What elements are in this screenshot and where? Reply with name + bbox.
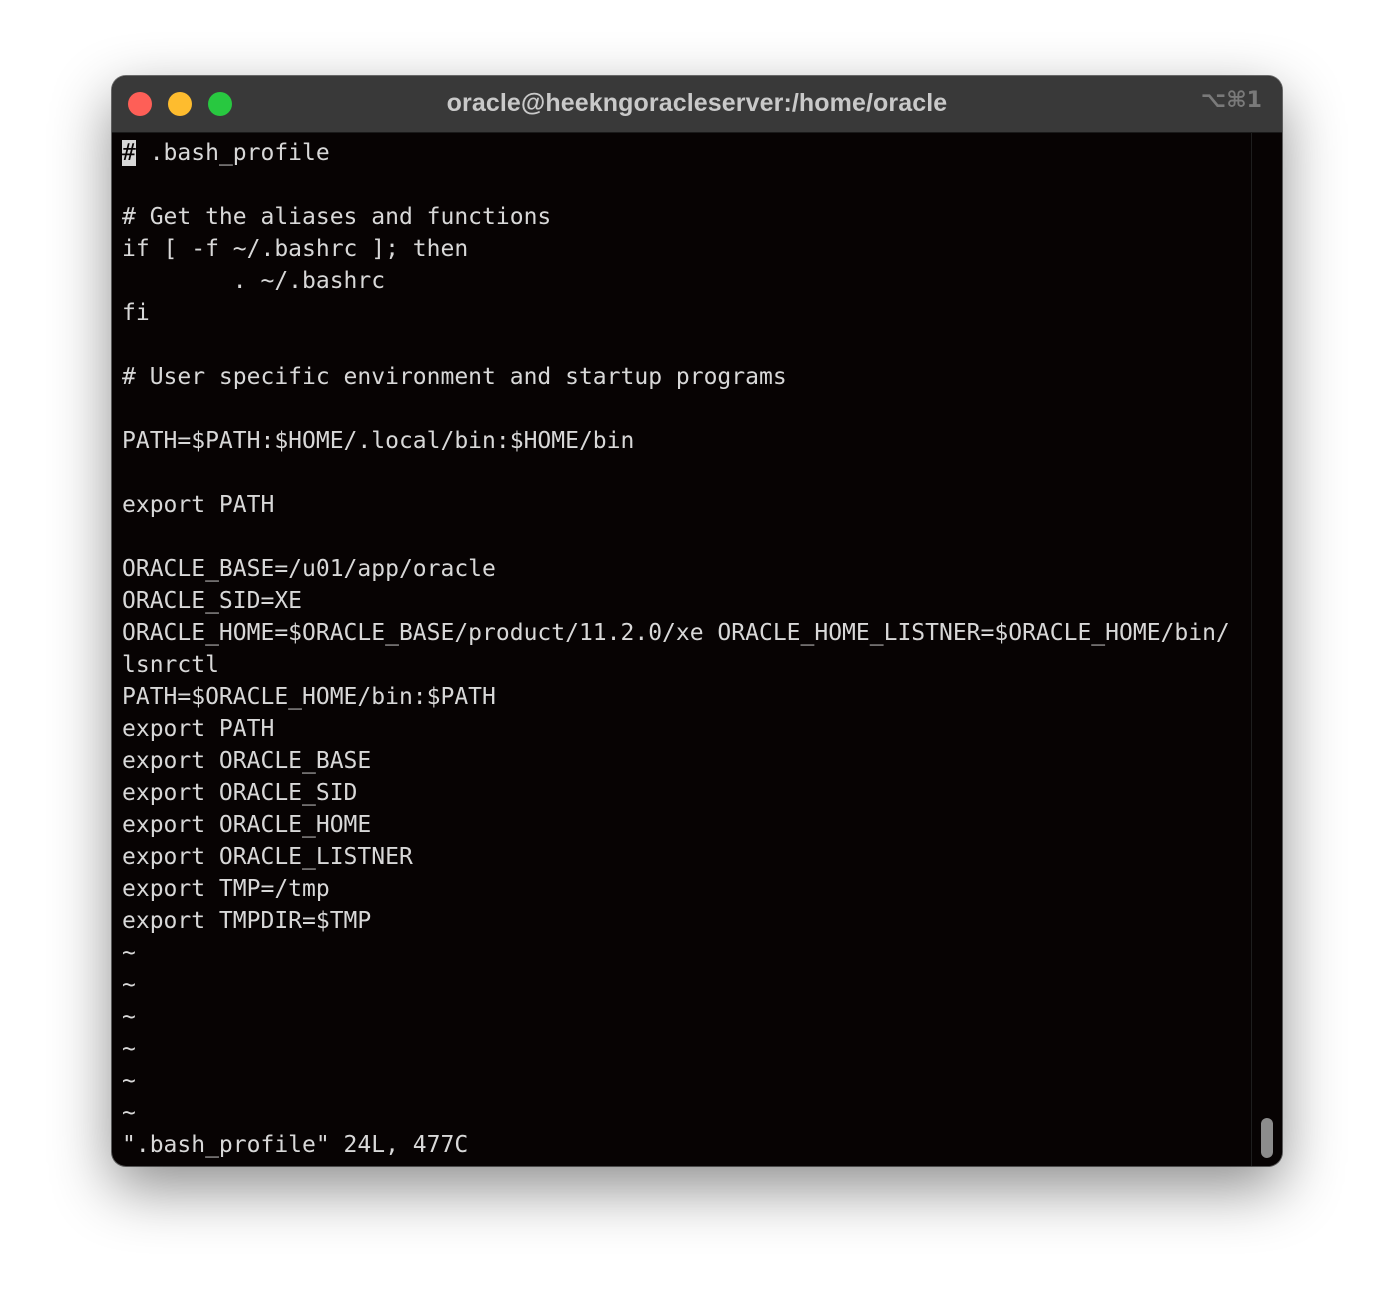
editor-line: ~ [122, 940, 136, 966]
editor-line: PATH=$PATH:$HOME/.local/bin:$HOME/bin [122, 428, 635, 454]
editor-line: export ORACLE_BASE [122, 748, 372, 774]
editor-line: PATH=$ORACLE_HOME/bin:$PATH [122, 684, 496, 710]
editor-line: ~ [122, 1100, 136, 1126]
scrollbar[interactable] [1251, 133, 1282, 1166]
editor-line: ~ [122, 1068, 136, 1094]
terminal-content[interactable]: # .bash_profile # Get the aliases and fu… [122, 137, 1252, 1161]
editor-lines: # Get the aliases and functions if [ -f ~… [122, 169, 1252, 1129]
editor-line: fi [122, 300, 150, 326]
editor-line: . ~/.bashrc [122, 268, 386, 294]
editor-line: # User specific environment and startup … [122, 364, 787, 390]
window-title: oracle@heekngoracleserver:/home/oracle [446, 89, 948, 117]
editor-line: export TMPDIR=$TMP [122, 908, 372, 934]
editor-line: ~ [122, 972, 136, 998]
editor-line: export PATH [122, 716, 275, 742]
terminal-window: oracle@heekngoracleserver:/home/oracle ⌥… [112, 76, 1282, 1166]
editor-line-text: .bash_profile [135, 140, 330, 166]
editor-line: # .bash_profile [122, 137, 1252, 169]
status-line: ".bash_profile" 24L, 477C [122, 1132, 469, 1158]
editor-line: if [ -f ~/.bashrc ]; then [122, 236, 469, 262]
scrollbar-thumb[interactable] [1261, 1118, 1273, 1158]
editor-line: ORACLE_HOME=$ORACLE_BASE/product/11.2.0/… [122, 620, 1230, 646]
editor-line: ORACLE_SID=XE [122, 588, 303, 614]
editor-line: ~ [122, 1036, 136, 1062]
editor-line: export ORACLE_SID [122, 780, 358, 806]
editor-line: export ORACLE_HOME [122, 812, 372, 838]
editor-line: export TMP=/tmp [122, 876, 330, 902]
editor-line: ~ [122, 1004, 136, 1030]
text-cursor: # [122, 140, 136, 166]
editor-line: # Get the aliases and functions [122, 204, 552, 230]
editor-line: export PATH [122, 492, 275, 518]
editor-line: ORACLE_BASE=/u01/app/oracle [122, 556, 496, 582]
title-bar[interactable]: oracle@heekngoracleserver:/home/oracle ⌥… [112, 76, 1282, 133]
editor-line: export ORACLE_LISTNER [122, 844, 413, 870]
window-shortcut: ⌥⌘1 [1200, 88, 1262, 113]
editor-line: lsnrctl [122, 652, 219, 678]
